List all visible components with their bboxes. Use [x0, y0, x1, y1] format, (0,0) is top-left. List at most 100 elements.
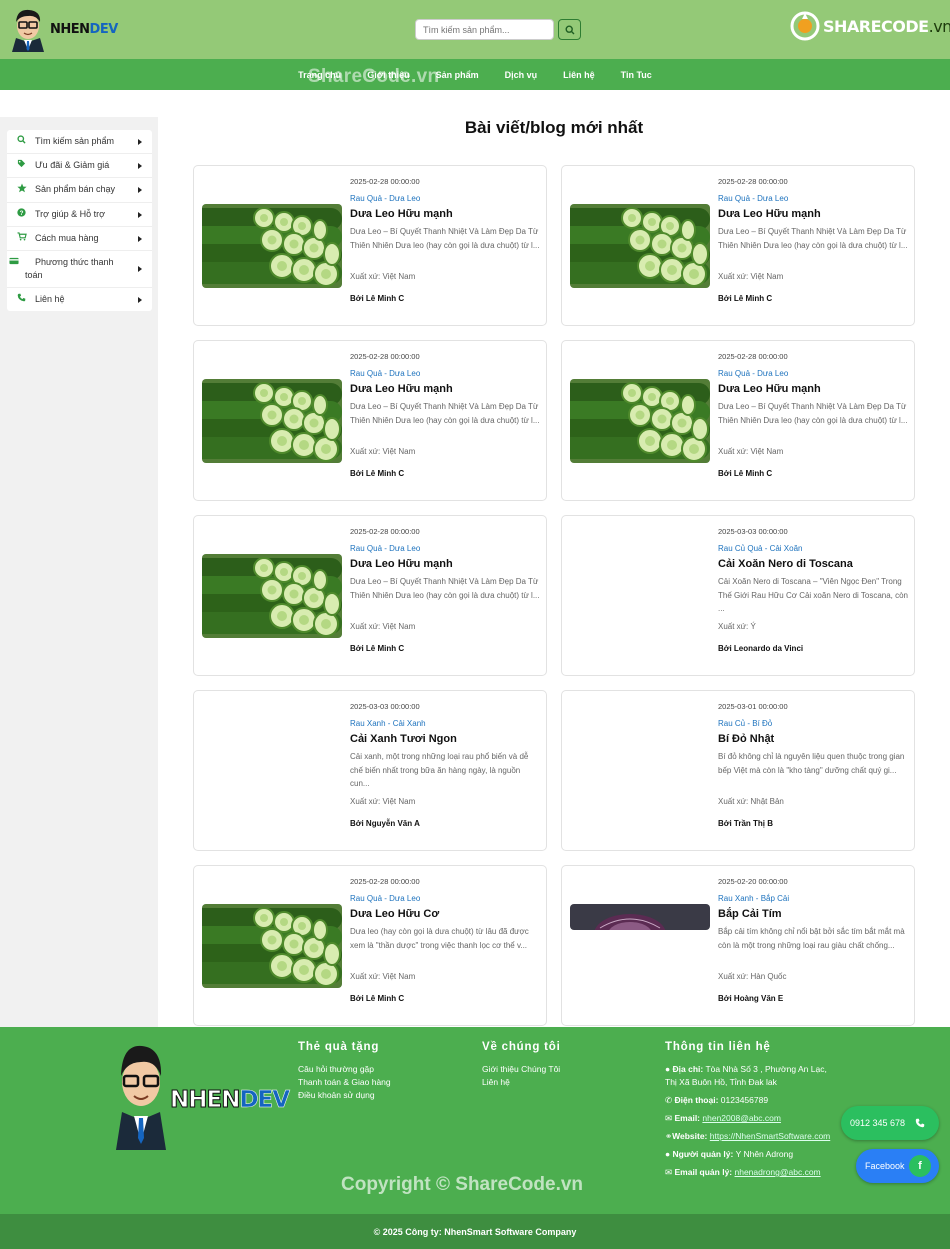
blog-card[interactable]: 2025-02-28 00:00:00 Rau Quả - Dưa Leo Dưa … [561, 165, 915, 326]
nav-item-products[interactable]: Sản phẩm [436, 70, 479, 80]
cart-icon [17, 232, 27, 241]
post-thumbnail[interactable] [570, 379, 710, 463]
caret-right-icon [138, 138, 142, 145]
post-title[interactable]: Dưa Leo Hữu mạnh [350, 383, 540, 395]
post-origin: Xuất xứ: Việt Nam [350, 272, 416, 281]
post-date: 2025-02-28 00:00:00 [350, 527, 420, 536]
post-excerpt: Cải Xoăn Nero di Toscana – "Viên Ngọc Đe… [718, 577, 908, 613]
post-thumbnail[interactable] [202, 379, 342, 463]
floating-phone-button[interactable]: 0912 345 678 [841, 1106, 939, 1140]
search-icon [564, 24, 574, 34]
footer-link-about[interactable]: Giới thiệu Chúng Tôi [482, 1063, 561, 1076]
footer-link-payment-shipping[interactable]: Thanh toán & Giao hàng [298, 1076, 391, 1089]
blog-card[interactable]: 2025-02-28 00:00:00 Rau Quả - Dưa Leo Dưa … [193, 165, 547, 326]
post-category[interactable]: Rau Quả - Dưa Leo [718, 194, 908, 203]
map-marker-icon: ● [665, 1064, 671, 1074]
post-title[interactable]: Dưa Leo Hữu mạnh [718, 208, 908, 220]
footer-link-contact[interactable]: Liên hệ [482, 1076, 561, 1089]
blog-card[interactable]: 2025-02-28 00:00:00 Rau Quả - Dưa Leo Dưa … [561, 340, 915, 501]
floating-facebook-button[interactable]: Facebook f [856, 1149, 939, 1183]
sidebar-item-contact[interactable]: Liên hệ [7, 288, 152, 311]
sidebar-item-bestsellers[interactable]: Sản phẩm bán chạy [7, 178, 152, 203]
footer-manager: ● Người quản lý: Y Nhên Adrong [665, 1149, 794, 1159]
search-input[interactable] [415, 19, 554, 40]
footer-bottom-bar: © 2025 Công ty: NhenSmart Software Compa… [0, 1214, 950, 1249]
post-excerpt: Dưa Leo – Bí Quyết Thanh Nhiệt Và Làm Đẹ… [350, 577, 540, 600]
developer-avatar-icon [12, 9, 44, 52]
post-author: Bởi Lê Minh C [718, 294, 773, 303]
credit-card-icon [9, 257, 19, 265]
sharecode-logo: SHARECODE.vn [790, 11, 950, 41]
sidebar-item-help[interactable]: ? Trợ giúp & Hỗ trợ [7, 203, 152, 227]
blog-card[interactable]: 2025-03-03 00:00:00 Rau Xanh - Cải Xanh Cả… [193, 690, 547, 851]
phone-icon [17, 293, 26, 302]
nav-item-contact[interactable]: Liên hệ [563, 70, 595, 80]
floating-phone-label: 0912 345 678 [850, 1118, 906, 1128]
post-category[interactable]: Rau Xanh - Cải Xanh [350, 719, 540, 728]
site-logo[interactable]: NHENDEV [8, 6, 118, 52]
main-nav: Trang chủ Giới thiệu Sản phẩm Dịch vụ Li… [0, 59, 950, 90]
post-category[interactable]: Rau Xanh - Bắp Cải [718, 894, 908, 903]
footer-link-faq[interactable]: Câu hỏi thường gặp [298, 1063, 391, 1076]
post-date: 2025-02-28 00:00:00 [350, 877, 420, 886]
blog-card[interactable]: 2025-02-28 00:00:00 Rau Quả - Dưa Leo Dưa … [193, 515, 547, 676]
sharecode-emblem-icon [790, 11, 820, 41]
sidebar-menu: Tìm kiếm sản phẩm Ưu đãi & Giảm giá Sản … [7, 130, 152, 312]
post-title[interactable]: Bắp Cải Tím [718, 908, 908, 920]
post-category[interactable]: Rau Củ - Bí Đỏ [718, 719, 908, 728]
blog-card[interactable]: 2025-02-28 00:00:00 Rau Quả - Dưa Leo Dưa … [193, 340, 547, 501]
sidebar-item-deals[interactable]: Ưu đãi & Giảm giá [7, 154, 152, 178]
sidebar-item-label: Cách mua hàng [35, 233, 99, 243]
sidebar-item-label: Sản phẩm bán chạy [35, 184, 116, 194]
post-date: 2025-02-28 00:00:00 [718, 352, 788, 361]
search-button[interactable] [558, 19, 581, 40]
blog-card[interactable]: 2025-02-20 00:00:00 Rau Xanh - Bắp Cải Bắp… [561, 865, 915, 1026]
post-thumbnail[interactable] [202, 554, 342, 638]
sidebar-item-payment[interactable]: Phương thức thanh toán [7, 251, 152, 289]
nav-item-services[interactable]: Dịch vụ [505, 70, 538, 80]
envelope-icon: ✉ [665, 1113, 673, 1123]
footer-col-title: Về chúng tôi [482, 1041, 561, 1053]
caret-right-icon [138, 162, 142, 169]
post-thumbnail[interactable] [202, 204, 342, 288]
nav-item-news[interactable]: Tin Tuc [621, 70, 652, 80]
post-date: 2025-02-20 00:00:00 [718, 877, 788, 886]
post-author: Bởi Lê Minh C [350, 469, 405, 478]
post-title[interactable]: Bí Đỏ Nhật [718, 733, 908, 745]
post-title[interactable]: Dưa Leo Hữu mạnh [350, 558, 540, 570]
post-category[interactable]: Rau Quả - Dưa Leo [718, 369, 908, 378]
post-origin: Xuất xứ: Nhật Bản [718, 797, 784, 806]
phone-icon [915, 1118, 925, 1128]
post-category[interactable]: Rau Củ Quả - Cải Xoăn [718, 544, 908, 553]
post-title[interactable]: Cải Xoăn Nero di Toscana [718, 558, 908, 570]
post-thumbnail[interactable] [202, 904, 342, 988]
footer-col-about: Về chúng tôi Giới thiệu Chúng Tôi Liên h… [482, 1041, 561, 1089]
footer-email-link[interactable]: nhen2008@abc.com [702, 1113, 781, 1123]
search-icon [17, 135, 26, 144]
blog-card[interactable]: 2025-03-01 00:00:00 Rau Củ - Bí Đỏ Bí Đỏ N… [561, 690, 915, 851]
post-category[interactable]: Rau Quả - Dưa Leo [350, 369, 540, 378]
post-title[interactable]: Dưa Leo Hữu mạnh [718, 383, 908, 395]
blog-card[interactable]: 2025-03-03 00:00:00 Rau Củ Quả - Cải Xoăn… [561, 515, 915, 676]
sidebar-item-label: Phương thức thanh toán [25, 257, 114, 281]
footer-link-terms[interactable]: Điều khoản sử dụng [298, 1089, 391, 1102]
post-title[interactable]: Cải Xanh Tươi Ngon [350, 733, 540, 745]
caret-right-icon [138, 211, 142, 218]
sidebar-item-how-to-buy[interactable]: Cách mua hàng [7, 227, 152, 251]
post-excerpt: Dưa Leo – Bí Quyết Thanh Nhiệt Và Làm Đẹ… [350, 227, 540, 250]
footer-website: ⚭Website: https://NhenSmartSoftware.com [665, 1131, 831, 1141]
post-excerpt: Dưa Leo – Bí Quyết Thanh Nhiệt Và Làm Đẹ… [718, 227, 908, 250]
blog-card[interactable]: 2025-02-28 00:00:00 Rau Quả - Dưa Leo Dưa … [193, 865, 547, 1026]
footer-website-link[interactable]: https://NhenSmartSoftware.com [710, 1131, 830, 1141]
post-title[interactable]: Dưa Leo Hữu Cơ [350, 908, 540, 920]
footer-copyright: © 2025 Công ty: NhenSmart Software Compa… [373, 1226, 577, 1237]
post-category[interactable]: Rau Quả - Dưa Leo [350, 544, 540, 553]
post-title[interactable]: Dưa Leo Hữu mạnh [350, 208, 540, 220]
post-thumbnail[interactable] [570, 204, 710, 288]
post-category[interactable]: Rau Quả - Dưa Leo [350, 894, 540, 903]
page-title: Bài viết/blog mới nhất [464, 118, 644, 137]
footer-manager-email-link[interactable]: nhenadrong@abc.com [735, 1167, 821, 1177]
sidebar-item-search[interactable]: Tìm kiếm sản phẩm [7, 130, 152, 154]
post-category[interactable]: Rau Quả - Dưa Leo [350, 194, 540, 203]
post-thumbnail[interactable] [570, 904, 710, 930]
